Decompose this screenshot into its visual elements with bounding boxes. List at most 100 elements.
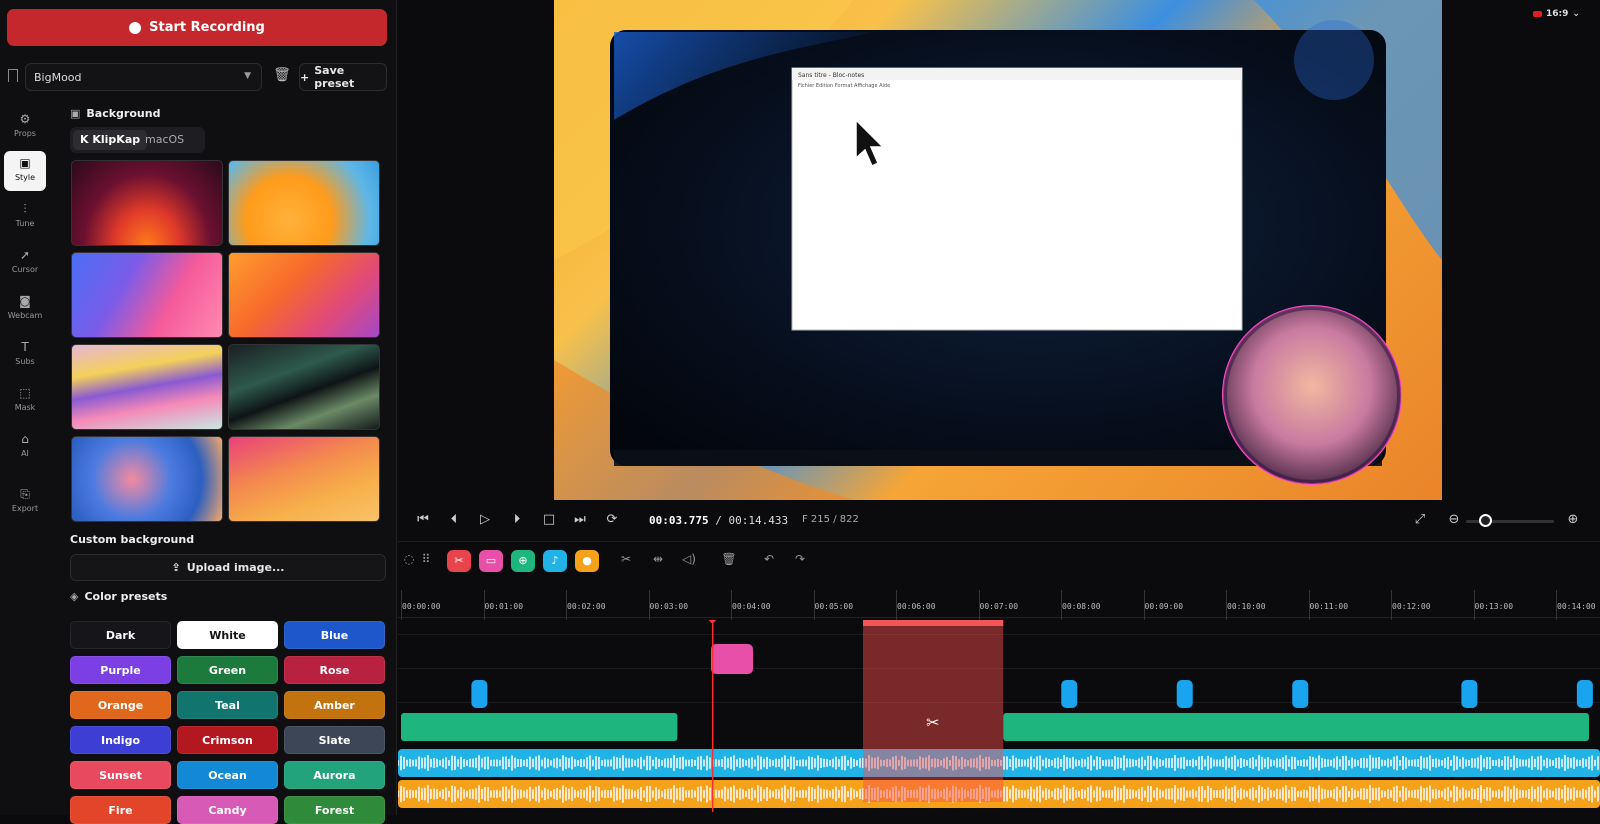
zoom-tool-button[interactable]: ⊕ [511,550,535,572]
volume-icon[interactable]: ◁) [680,552,698,566]
zoom-in-icon[interactable]: ⊕ [1564,512,1582,527]
webcam-tool-button[interactable]: ▭ [479,550,503,572]
ruler-tick-label: 00:00:00 [402,602,441,611]
marker-clip[interactable] [1576,680,1593,708]
cursor-icon: ➚ [19,248,31,262]
sliders-icon: ⫶ [23,202,27,216]
color-preset-teal[interactable]: Teal [177,691,278,719]
delete-preset-button[interactable]: 🗑 [273,67,291,87]
aspect-ratio-badge[interactable]: 16:9 ⌄ [1533,9,1580,19]
zoom-clip[interactable] [401,713,678,741]
trash-icon[interactable]: 🗑 [720,552,738,566]
preview-artwork: Sans titre - Bloc-notes Fichier Edition … [554,0,1442,500]
skip-start-icon[interactable]: ⏮ [414,512,432,527]
scissors-icon[interactable]: ✂ [926,713,939,732]
upload-image-button[interactable]: ⇪ Upload image... [70,554,386,581]
rail-item-export[interactable]: ⎘ Export [4,482,46,522]
timeline-ruler[interactable]: 00:00:00 00:01:00 00:02:00 00:03:00 00:04:00… [398,578,1600,620]
scissors-icon[interactable]: ✂ [617,552,635,566]
split-icon[interactable]: ⇹ [649,552,667,566]
preview-canvas[interactable]: Sans titre - Bloc-notes Fichier Edition … [554,0,1442,500]
background-thumb-6[interactable] [228,344,380,430]
mask-icon: ⬚ [19,386,31,400]
rail-label: Subs [15,357,35,366]
tab-klipkap[interactable]: K KlipKap [73,130,148,150]
zoom-slider-handle[interactable] [1479,514,1492,527]
preset-name: BigMood [34,71,82,84]
cut-selection[interactable] [863,612,1004,802]
color-preset-purple[interactable]: Purple [70,656,171,684]
playhead[interactable] [711,612,714,812]
color-preset-aurora[interactable]: Aurora [284,761,385,789]
rail-item-webcam[interactable]: ◙ Webcam [4,289,46,329]
marker-clip[interactable] [1176,680,1193,708]
color-preset-green[interactable]: Green [177,656,278,684]
youtube-icon [1533,11,1542,17]
undo-icon[interactable]: ↶ [760,552,778,566]
background-thumb-7[interactable] [71,436,223,522]
background-thumb-8[interactable] [228,436,380,522]
preset-select[interactable]: BigMood ▼ [25,63,262,91]
color-preset-amber[interactable]: Amber [284,691,385,719]
ruler-tick-label: 00:07:00 [979,602,1019,611]
rail-item-tune[interactable]: ⫶ Tune [4,197,46,237]
mic-tool-button[interactable]: ● [575,550,599,572]
notepad-menu: Fichier Edition Format Affichage Aide [798,83,890,89]
drag-handle-icon[interactable]: ⠿ [417,552,435,566]
zoom-out-icon[interactable]: ⊖ [1445,512,1463,527]
background-thumb-4[interactable] [228,252,380,338]
cut-tool-button[interactable]: ✂ [447,550,471,572]
marker-clip[interactable] [1292,680,1309,708]
redo-icon[interactable]: ↷ [791,552,809,566]
color-preset-crimson[interactable]: Crimson [177,726,278,754]
color-preset-candy[interactable]: Candy [177,796,278,824]
play-icon[interactable]: ▷ [476,512,494,527]
audio-tool-button[interactable]: ♪ [543,550,567,572]
tab-macos[interactable]: macOS [138,130,191,150]
loop-icon[interactable]: ⟳ [603,512,621,527]
rail-item-ai[interactable]: ⌂ AI [4,427,46,467]
image-icon: ▣ [70,107,81,120]
timeline-tracks[interactable]: ✂ [397,612,1600,815]
color-preset-white[interactable]: White [177,621,278,649]
rail-item-style[interactable]: ▣ Style [4,151,46,191]
color-preset-slate[interactable]: Slate [284,726,385,754]
rail-item-mask[interactable]: ⬚ Mask [4,381,46,421]
zoom-clip[interactable] [1003,713,1589,741]
stop-icon[interactable]: □ [540,512,558,527]
background-thumb-5[interactable] [71,344,223,430]
rail-item-cursor[interactable]: ➚ Cursor [4,243,46,283]
save-preset-button[interactable]: + Save preset [299,63,387,91]
step-forward-icon[interactable]: ⏵ [508,512,526,527]
webcam-clip[interactable] [711,644,753,674]
color-preset-forest[interactable]: Forest [284,796,385,824]
color-preset-rose[interactable]: Rose [284,656,385,684]
color-preset-orange[interactable]: Orange [70,691,171,719]
background-thumb-2[interactable] [228,160,380,246]
rail-item-subs[interactable]: T Subs [4,335,46,375]
skip-end-icon[interactable]: ⏭ [571,512,589,527]
background-thumb-3[interactable] [71,252,223,338]
marker-clip[interactable] [471,680,488,708]
start-recording-button[interactable]: Start Recording [7,9,387,46]
color-preset-indigo[interactable]: Indigo [70,726,171,754]
rail-item-props[interactable]: ⚙ Props [4,107,46,147]
marker-clip[interactable] [1061,680,1078,708]
rail-label: Export [11,504,39,513]
info-icon: ◌ [403,552,415,566]
color-preset-dark[interactable]: Dark [70,621,171,649]
step-back-icon[interactable]: ⏴ [445,512,463,527]
color-preset-sunset[interactable]: Sunset [70,761,171,789]
rail-label: Webcam [7,311,43,320]
marker-clip[interactable] [1461,680,1478,708]
background-thumb-1[interactable] [71,160,223,246]
color-preset-fire[interactable]: Fire [70,796,171,824]
playhead-handle[interactable] [706,612,719,624]
cut-selection-header[interactable] [863,612,1004,626]
plus-icon: + [300,70,310,84]
rail-label: Cursor [11,265,39,274]
color-preset-ocean[interactable]: Ocean [177,761,278,789]
total-time: 00:14.433 [728,514,789,527]
fullscreen-icon[interactable]: ⤢ [1411,512,1429,527]
color-preset-blue[interactable]: Blue [284,621,385,649]
